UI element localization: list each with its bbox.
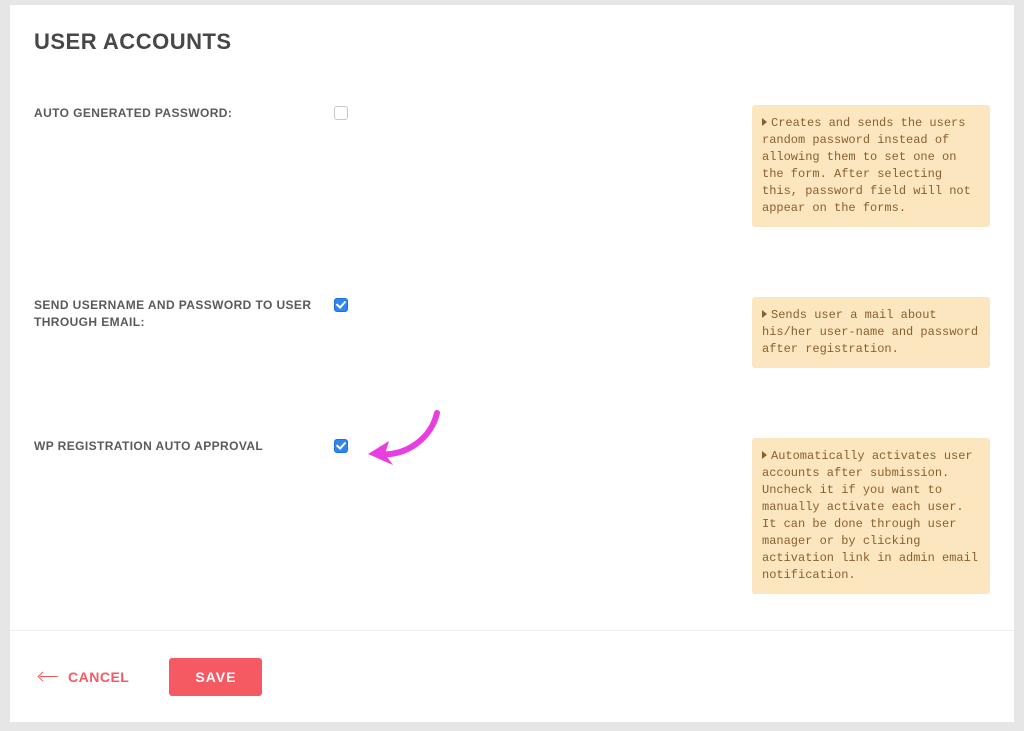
setting-row-send-email: SEND USERNAME AND PASSWORD TO USER THROU… xyxy=(34,297,990,368)
caret-right-icon xyxy=(762,451,767,459)
settings-panel: USER ACCOUNTS AUTO GENERATED PASSWORD: C… xyxy=(10,5,1014,722)
info-text: Creates and sends the users random passw… xyxy=(762,116,971,215)
setting-label: SEND USERNAME AND PASSWORD TO USER THROU… xyxy=(34,297,334,331)
setting-info: Creates and sends the users random passw… xyxy=(752,105,990,227)
setting-row-auto-password: AUTO GENERATED PASSWORD: Creates and sen… xyxy=(34,105,990,227)
page-title: USER ACCOUNTS xyxy=(34,29,990,55)
setting-row-auto-approval: WP REGISTRATION AUTO APPROVAL Automatica… xyxy=(34,438,990,594)
auto-password-checkbox[interactable] xyxy=(334,106,348,120)
arrow-left-icon xyxy=(40,676,58,678)
caret-right-icon xyxy=(762,118,767,126)
setting-label: AUTO GENERATED PASSWORD: xyxy=(34,105,334,122)
cancel-label: CANCEL xyxy=(68,669,129,685)
footer-bar: CANCEL SAVE xyxy=(10,630,1014,722)
setting-control xyxy=(334,297,414,317)
setting-control xyxy=(334,438,414,458)
info-text: Automatically activates user accounts af… xyxy=(762,449,978,582)
caret-right-icon xyxy=(762,310,767,318)
setting-label: WP REGISTRATION AUTO APPROVAL xyxy=(34,438,334,455)
info-text: Sends user a mail about his/her user-nam… xyxy=(762,308,978,356)
send-email-checkbox[interactable] xyxy=(334,298,348,312)
info-box: Sends user a mail about his/her user-nam… xyxy=(752,297,990,368)
setting-control xyxy=(334,105,414,125)
save-button[interactable]: SAVE xyxy=(169,658,262,696)
setting-info: Automatically activates user accounts af… xyxy=(752,438,990,594)
cancel-button[interactable]: CANCEL xyxy=(40,669,129,685)
info-box: Creates and sends the users random passw… xyxy=(752,105,990,227)
info-box: Automatically activates user accounts af… xyxy=(752,438,990,594)
auto-approval-checkbox[interactable] xyxy=(334,439,348,453)
setting-info: Sends user a mail about his/her user-nam… xyxy=(752,297,990,368)
